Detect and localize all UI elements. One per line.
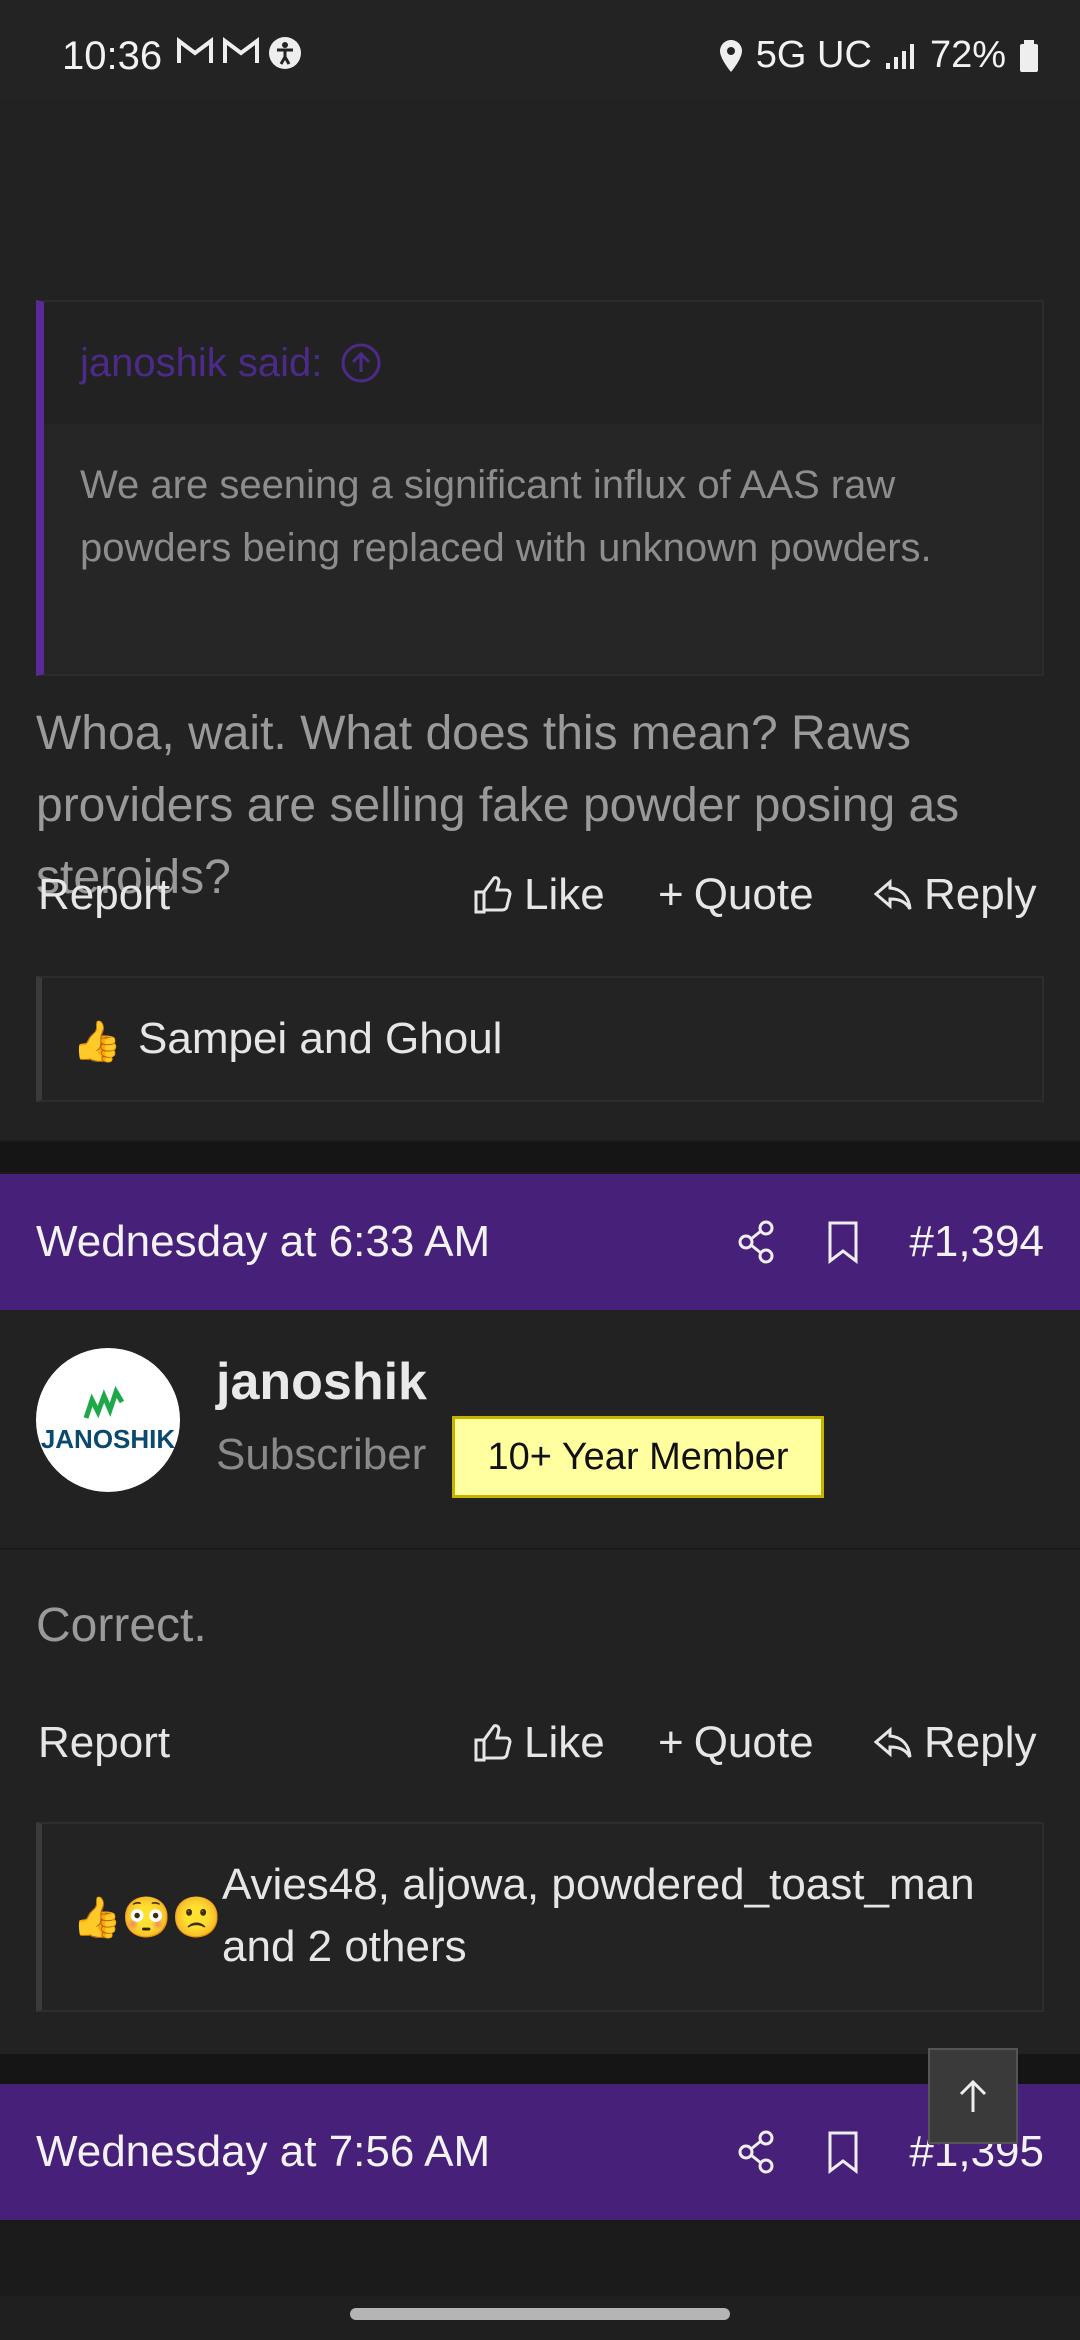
username[interactable]: janoshik [216,1352,427,1412]
status-right: 5G UC 72% [718,34,1040,77]
gmail-icon [177,37,213,63]
report-label: Report [38,1718,171,1767]
member-badge: 10+ Year Member [452,1416,824,1498]
reply-label: Reply [924,1718,1037,1767]
network-label: 5G UC [755,34,872,76]
quote-author[interactable]: janoshik said: [80,341,322,386]
reply-label: Reply [924,870,1037,919]
report-link[interactable]: Report [38,870,170,920]
gesture-navbar [0,2296,1080,2340]
scroll-to-top-button[interactable] [928,2048,1018,2144]
post-author: JANOSHIK janoshik Subscriber 10+ Year Me… [0,1310,1080,1548]
post-header: Wednesday at 7:56 AM #1,395 [0,2084,1080,2220]
arrow-up-icon [959,2079,987,2112]
report-link[interactable]: Report [38,1718,170,1768]
post-2: Correct. Report Like + Quote Reply 👍😳🙁 A… [0,1550,1080,2054]
post-actions: Report Like + Quote Reply [0,856,1080,936]
quote-label: Quote [693,1718,814,1767]
like-label: Like [524,1718,605,1767]
reaction-emoji: 👍😳🙁 [72,1896,222,1940]
thumbs-up-icon [474,876,512,914]
share-icon[interactable] [736,1220,776,1264]
arrow-up-circle-icon[interactable] [340,342,382,384]
reactions-bar[interactable]: 👍 Sampei and Ghoul [36,976,1044,1102]
post-actions: Report Like + Quote Reply [0,1704,1080,1784]
reply-icon [873,878,912,910]
accessibility-icon [269,37,301,69]
plus-icon: + [658,1718,684,1767]
share-icon[interactable] [736,2130,776,2174]
avatar[interactable]: JANOSHIK [36,1348,180,1492]
user-title: Subscriber [216,1430,427,1479]
quote-header[interactable]: janoshik said: [44,302,1042,424]
status-time: 10:36 [62,34,163,78]
signal-icon [885,43,914,69]
report-label: Report [38,870,171,919]
location-icon [719,39,742,72]
post-header: Wednesday at 6:33 AM #1,394 [0,1174,1080,1310]
post-1: janoshik said: We are seening a signific… [0,100,1080,1140]
post-body: Correct. [36,1599,207,1652]
post-date[interactable]: Wednesday at 6:33 AM [36,1217,490,1267]
post-separator [0,1142,1080,1172]
gmail-icon [223,37,259,63]
quote-button[interactable]: + Quote [658,1718,814,1768]
post-date[interactable]: Wednesday at 7:56 AM [36,2127,490,2177]
reply-button[interactable]: Reply [872,870,1037,920]
janoshik-logo-icon: JANOSHIK [41,1386,176,1454]
post-separator [0,2054,1080,2084]
reaction-users[interactable]: Avies48, aljowa, powdered_toast_man and … [222,1854,1032,1978]
bookmark-icon[interactable] [826,1220,860,1264]
svg-text:JANOSHIK: JANOSHIK [41,1424,176,1454]
battery-percent: 72% [929,34,1006,76]
status-bar: 10:36 5G UC 72% [0,0,1080,100]
reaction-emoji: 👍 [72,1020,122,1064]
notification-icons [176,36,302,70]
reactions-bar[interactable]: 👍😳🙁 Avies48, aljowa, powdered_toast_man … [36,1822,1044,2012]
quote-label: Quote [693,870,814,919]
plus-icon: + [658,870,684,919]
battery-icon [1020,39,1038,72]
thumbs-up-icon [474,1724,512,1762]
like-button[interactable]: Like [472,870,605,920]
quote-button[interactable]: + Quote [658,870,814,920]
reaction-users[interactable]: Sampei and Ghoul [138,1008,502,1070]
home-handle[interactable] [350,2308,730,2320]
post-number[interactable]: #1,394 [909,1217,1044,1267]
reply-button[interactable]: Reply [872,1718,1037,1768]
like-label: Like [524,870,605,919]
quote-text: We are seening a significant influx of A… [80,463,932,570]
like-button[interactable]: Like [472,1718,605,1768]
reply-icon [873,1726,912,1758]
bookmark-icon[interactable] [826,2130,860,2174]
quote-block: janoshik said: We are seening a signific… [36,300,1044,676]
